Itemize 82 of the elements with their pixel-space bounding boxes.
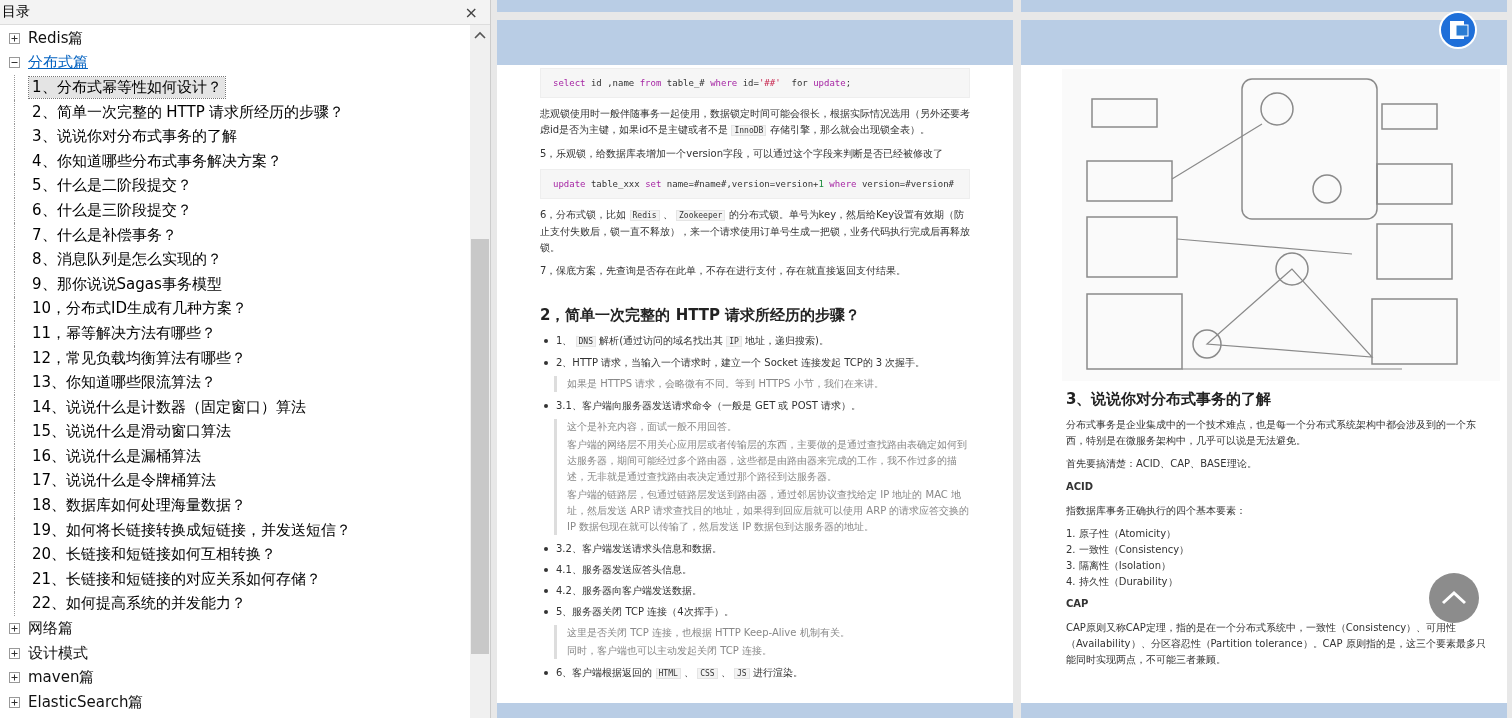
tree-item[interactable]: 6、什么是三阶段提交？ bbox=[29, 199, 195, 221]
list-item: 6、客户端根据返回的 HTML 、 CSS 、 JS 进行渲染。 bbox=[556, 666, 803, 681]
list-item: 3.1、客户端向服务器发送请求命令（一般是 GET 或 POST 请求）。 bbox=[556, 399, 862, 413]
list-item: 5、服务器关闭 TCP 连接（4次挥手）。 bbox=[556, 605, 734, 619]
tree-item[interactable]: 10，分布式ID生成有几种方案？ bbox=[29, 298, 251, 320]
panel-title: 目录 bbox=[2, 3, 30, 21]
tree-item[interactable]: 4、你知道哪些分布式事务解决方案？ bbox=[29, 150, 285, 172]
expand-icon[interactable] bbox=[9, 647, 20, 659]
tree-item[interactable]: 20、长链接和短链接如何互相转换？ bbox=[29, 544, 280, 566]
paragraph: 指数据库事务正确执行的四个基本要素： bbox=[1066, 504, 1247, 518]
scroll-up-icon[interactable] bbox=[474, 31, 486, 39]
quote-text: 同时，客户端也可以主动发起关闭 TCP 连接。 bbox=[567, 644, 773, 658]
list-item: 2. 一致性（Consistency） bbox=[1066, 543, 1191, 557]
quote-text: 客户端的网络层不用关心应用层或者传输层的东西，主要做的是通过查找路由表确定如何到达服务器，期间可能经过多个路由器，这些都是由路由器来完成的工作，我不作过多的描述，无非就是通过查找路由表决定通过那个路径到达服务器。 bbox=[567, 438, 968, 484]
paragraph: 首先要搞清楚：ACID、CAP、BASE理论。 bbox=[1066, 457, 1258, 471]
tree-item[interactable]: 21、长链接和短链接的对应关系如何存储？ bbox=[29, 568, 325, 590]
paragraph: 5，乐观锁，给数据库表增加一个version字段，可以通过这个字段来判断是否已经被修改了 bbox=[540, 147, 944, 161]
tree-item[interactable]: 7、什么是补偿事务？ bbox=[29, 224, 180, 246]
tree-item[interactable]: 设计模式 bbox=[25, 642, 91, 664]
chevron-up-icon bbox=[1441, 591, 1467, 605]
tree-item[interactable]: 分布式篇 bbox=[25, 52, 91, 74]
quote-text: 这里是否关闭 TCP 连接，也根据 HTTP Keep-Alive 机制有关。 bbox=[567, 626, 851, 640]
tree-item[interactable]: 19、如何将长链接转换成短链接，并发送短信？ bbox=[29, 519, 355, 541]
bullet-icon bbox=[544, 404, 548, 408]
bullet-icon bbox=[544, 568, 548, 572]
close-button[interactable]: × bbox=[460, 2, 482, 22]
expand-icon[interactable] bbox=[9, 623, 20, 635]
tree-item[interactable]: 9、那你说说Sagas事务模型 bbox=[29, 273, 225, 295]
list-item: 4.2、服务器向客户端发送数据。 bbox=[556, 584, 702, 598]
document-icon[interactable] bbox=[1439, 11, 1477, 49]
bullet-icon bbox=[544, 610, 548, 614]
code-block: update table_xxx set name=#name#,version=version+1 where version=#version# bbox=[540, 169, 970, 199]
tree-item[interactable]: 17、说说什么是令牌桶算法 bbox=[29, 470, 220, 492]
scroll-to-top-button[interactable] bbox=[1429, 573, 1479, 623]
subheading: ACID bbox=[1066, 480, 1094, 494]
tree-item[interactable]: 2、简单一次完整的 HTTP 请求所经历的步骤？ bbox=[29, 101, 348, 123]
quote-text: 客户端的链路层，包通过链路层发送到路由器，通过邻居协议查找给定 IP 地址的 MAC 地址，然后发送 ARP 请求查找目的地址，如果得到回应后就可以使用 ARP 的请求应答交换的 IP 数据包现在就可以传输了，然后发送 IP 数据包到达服务器的地址。 bbox=[567, 488, 970, 534]
tree-item[interactable]: 12，常见负载均衡算法有哪些？ bbox=[29, 347, 250, 369]
tree-item[interactable]: 22、如何提高系统的并发能力？ bbox=[29, 593, 250, 615]
list-item: 3.2、客户端发送请求头信息和数据。 bbox=[556, 542, 722, 556]
tree-item[interactable]: 13、你知道哪些限流算法？ bbox=[29, 372, 220, 394]
section-heading: 2，简单一次完整的 HTTP 请求所经历的步骤？ bbox=[540, 305, 862, 325]
list-item: 4. 持久性（Durability） bbox=[1066, 575, 1179, 589]
tree-item[interactable]: 8、消息队列是怎么实现的？ bbox=[29, 249, 225, 271]
tree-item[interactable]: Redis篇 bbox=[25, 27, 87, 49]
bullet-icon bbox=[544, 361, 548, 365]
tree-item[interactable]: 网络篇 bbox=[25, 618, 76, 640]
tree-item[interactable]: 5、什么是二阶段提交？ bbox=[29, 175, 195, 197]
scroll-thumb[interactable] bbox=[471, 239, 489, 654]
expand-icon[interactable] bbox=[9, 32, 20, 44]
list-item: 2、HTTP 请求，当输入一个请求时，建立一个 Socket 连接发起 TCP的 3 次握手。 bbox=[556, 356, 926, 370]
scrollbar[interactable] bbox=[470, 25, 490, 718]
tree-item[interactable]: 14、说说什么是计数器（固定窗口）算法 bbox=[29, 396, 310, 418]
quote-text: 这个是补充内容，面试一般不用回答。 bbox=[567, 420, 738, 434]
bullet-icon bbox=[544, 339, 548, 343]
paragraph: 6，分布式锁，比如 Redis 、 Zookeeper 的分布式锁。单号为key，然后给Key设置有效期（防止支付失败后，锁一直不释放），来一个请求使用订单号生成一把锁，业务代码执行完成后再释放锁。 bbox=[540, 208, 970, 255]
quote-text: 如果是 HTTPS 请求，会略微有不同。等到 HTTPS 小节，我们在来讲。 bbox=[567, 377, 885, 391]
paragraph: 悲观锁使用时一般伴随事务一起使用，数据锁定时间可能会很长，根据实际情况选用（另外还要考虑id是否为主键，如果id不是主键或者不是 InnoDB 存储引擎，那么就会出现锁全表）。 bbox=[540, 107, 970, 138]
expand-icon[interactable] bbox=[9, 672, 20, 684]
tree-item[interactable]: 11，幂等解决方法有哪些？ bbox=[29, 322, 220, 344]
paragraph: CAP原则又称CAP定理，指的是在一个分布式系统中，一致性（Consistency）、可用性（Availability）、分区容忍性（Partition tolerance）。CAP 原则指的是，这三个要素最多只能同时实现两点，不可能三者兼顾。 bbox=[1066, 621, 1487, 667]
paragraph: 分布式事务是企业集成中的一个技术难点，也是每一个分布式系统架构中都会涉及到的一个东西，特别是在微服务架构中，几乎可以说是无法避免。 bbox=[1066, 418, 1477, 448]
code-block: select id ,name from table_# where id='##' for update; bbox=[540, 68, 970, 98]
section-heading: 3、说说你对分布式事务的了解 bbox=[1066, 389, 1273, 409]
list-item: 1. 原子性（Atomicity） bbox=[1066, 527, 1178, 541]
expand-icon[interactable] bbox=[9, 696, 20, 708]
list-item: 4.1、服务器发送应答头信息。 bbox=[556, 563, 692, 577]
bullet-icon bbox=[544, 589, 548, 593]
collapse-icon[interactable] bbox=[9, 57, 20, 69]
subheading: CAP bbox=[1066, 597, 1089, 611]
list-item: 1、 DNS 解析(通过访问的域名找出其 IP 地址，递归搜索)。 bbox=[556, 334, 829, 349]
paragraph: 7，保底方案，先查询是否存在此单，不存在进行支付，存在就直接返回支付结果。 bbox=[540, 264, 908, 278]
tree-item[interactable]: ElasticSearch篇 bbox=[25, 691, 147, 713]
tree-item[interactable]: 1、分布式幂等性如何设计？ bbox=[29, 77, 225, 98]
tree-item[interactable]: maven篇 bbox=[25, 667, 98, 689]
tree-item[interactable]: 15、说说什么是滑动窗口算法 bbox=[29, 421, 235, 443]
bullet-icon bbox=[544, 671, 548, 675]
tree-item[interactable]: 3、说说你对分布式事务的了解 bbox=[29, 126, 240, 148]
tree-item[interactable]: 16、说说什么是漏桶算法 bbox=[29, 445, 205, 467]
list-item: 3. 隔离性（Isolation） bbox=[1066, 559, 1173, 573]
bullet-icon bbox=[544, 547, 548, 551]
tree-item[interactable]: 18、数据库如何处理海量数据？ bbox=[29, 495, 250, 517]
